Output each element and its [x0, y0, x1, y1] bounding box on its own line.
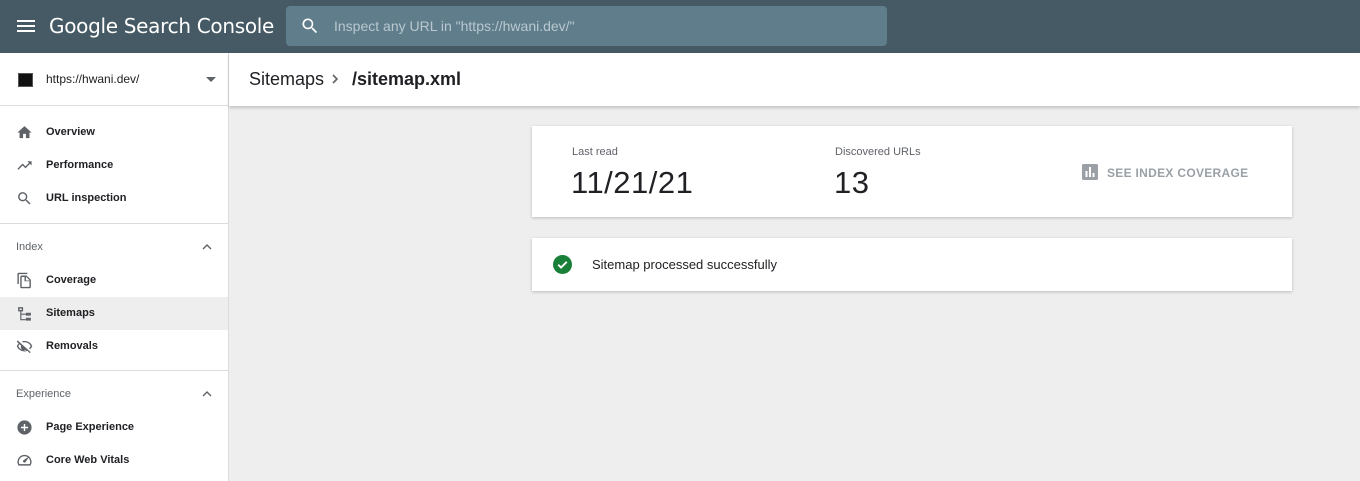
app-logo[interactable]: Google Search Console	[49, 14, 274, 38]
sitemap-icon	[18, 307, 31, 321]
check-circle-icon	[553, 255, 572, 274]
page-title: /sitemap.xml	[352, 69, 462, 89]
speed-icon	[17, 454, 32, 466]
sidebar-item-label: Core Web Vitals	[46, 454, 130, 466]
see-index-coverage-label: SEE INDEX COVERAGE	[1107, 166, 1249, 180]
search-icon	[302, 18, 318, 34]
search-icon	[18, 192, 31, 205]
trending-up-icon	[17, 161, 32, 170]
home-icon	[17, 126, 32, 139]
section-header-experience[interactable]: Experience	[0, 371, 228, 411]
sitemap-status-card: Sitemap processed successfully	[532, 238, 1292, 291]
sidebar-item-label: URL inspection	[46, 192, 127, 204]
chevron-up-icon	[202, 244, 212, 250]
property-favicon	[18, 73, 33, 87]
breadcrumb-sitemaps-link[interactable]: Sitemaps	[249, 69, 324, 90]
discovered-urls-label: Discovered URLs	[835, 146, 921, 158]
section-title: Experience	[16, 388, 72, 400]
sidebar: https://hwani.dev/ Overview Performance …	[0, 53, 229, 481]
sidebar-item-performance[interactable]: Performance	[0, 149, 228, 182]
sidebar-item-label: Performance	[46, 159, 114, 171]
sidebar-item-label: Sitemaps	[46, 307, 95, 319]
sitemap-stats-card: Last read 11/21/21 Discovered URLs 13 SE…	[532, 126, 1292, 217]
bar-chart-icon	[1082, 164, 1098, 180]
sidebar-item-core-web-vitals[interactable]: Core Web Vitals	[0, 444, 228, 477]
last-read-value: 11/21/21	[571, 165, 694, 200]
sidebar-item-removals[interactable]: Removals	[0, 330, 228, 363]
search-input[interactable]	[334, 6, 874, 46]
discovered-urls-value: 13	[834, 165, 870, 200]
dropdown-caret-icon	[206, 77, 216, 82]
section-header-index[interactable]: Index	[0, 224, 228, 264]
chevron-right-icon	[332, 74, 339, 84]
visibility-off-icon	[16, 340, 33, 354]
sidebar-item-label: Removals	[46, 340, 98, 352]
add-circle-icon	[17, 420, 32, 435]
last-read-label: Last read	[572, 146, 618, 158]
sidebar-item-label: Page Experience	[46, 421, 135, 433]
file-copy-icon	[17, 272, 31, 289]
top-app-bar: Google Search Console	[0, 0, 1360, 53]
sidebar-item-page-experience[interactable]: Page Experience	[0, 411, 228, 444]
property-selector[interactable]: https://hwani.dev/	[0, 53, 228, 106]
chevron-up-icon	[202, 391, 212, 397]
sidebar-item-url-inspection[interactable]: URL inspection	[0, 182, 228, 215]
sidebar-item-overview[interactable]: Overview	[0, 116, 228, 149]
sidebar-item-coverage[interactable]: Coverage	[0, 264, 228, 297]
url-inspection-search[interactable]	[286, 6, 887, 46]
status-message: Sitemap processed successfully	[592, 257, 777, 272]
sidebar-item-sitemaps[interactable]: Sitemaps	[0, 297, 228, 330]
sidebar-item-label: Coverage	[46, 274, 97, 286]
section-title: Index	[16, 241, 43, 253]
hamburger-menu-icon[interactable]	[14, 14, 38, 38]
property-label: https://hwani.dev/	[46, 72, 140, 86]
page-header: Sitemaps /sitemap.xml	[229, 53, 1360, 106]
sidebar-item-label: Overview	[46, 126, 95, 138]
